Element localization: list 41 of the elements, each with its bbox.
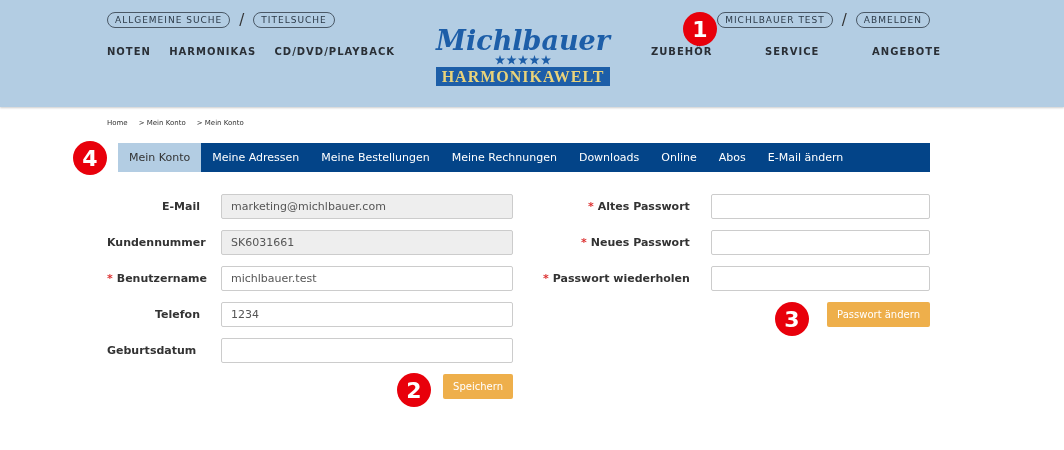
input-field[interactable]: 1234 bbox=[221, 302, 513, 327]
input-field[interactable] bbox=[221, 338, 513, 363]
tab[interactable]: Mein Konto bbox=[118, 143, 202, 172]
password-field[interactable] bbox=[710, 194, 930, 219]
callout-badge: 4 bbox=[73, 141, 107, 175]
nav-link[interactable]: NOTEN bbox=[107, 46, 151, 57]
logo-name: Michlbauer bbox=[436, 28, 610, 54]
required-mark: * bbox=[581, 236, 587, 249]
tab[interactable]: Online bbox=[650, 143, 708, 172]
password-field[interactable] bbox=[710, 266, 930, 291]
field-label: Altes Passwort bbox=[597, 200, 690, 213]
input-field[interactable]: michlbauer.test bbox=[221, 266, 513, 291]
tab[interactable]: Meine Bestellungen bbox=[310, 143, 441, 172]
field-label: Kundennummer bbox=[107, 236, 206, 249]
separator: / bbox=[239, 11, 245, 29]
tab[interactable]: Abos bbox=[707, 143, 757, 172]
field-label: Telefon bbox=[154, 308, 200, 321]
separator: / bbox=[841, 11, 847, 29]
nav-link[interactable]: CD/DVD/PLAYBACK bbox=[274, 46, 395, 57]
nav-link[interactable]: ZUBEHÖR bbox=[651, 46, 713, 57]
nav-link[interactable]: ANGEBOTE bbox=[872, 46, 941, 57]
required-mark: * bbox=[107, 272, 113, 285]
callout-badge: 3 bbox=[775, 302, 809, 336]
field-label: Geburtsdatum bbox=[107, 344, 198, 357]
required-mark: * bbox=[588, 200, 594, 213]
callout-badge: 2 bbox=[397, 373, 431, 407]
tab[interactable]: E-Mail ändern bbox=[756, 143, 855, 172]
password-field[interactable] bbox=[710, 230, 930, 255]
field-label: E-Mail bbox=[161, 200, 200, 213]
field-label: Passwort wiederholen bbox=[552, 272, 690, 285]
tab[interactable]: Downloads bbox=[567, 143, 651, 172]
required-mark: * bbox=[542, 272, 549, 285]
stars-icon bbox=[495, 55, 551, 65]
logo-tagline: HARMONIKAWELT bbox=[435, 67, 611, 86]
logo[interactable]: Michlbauer HARMONIKAWELT bbox=[427, 0, 619, 88]
nav-link[interactable]: SERVICE bbox=[765, 46, 820, 57]
tab[interactable]: Meine Adressen bbox=[201, 143, 311, 172]
tab[interactable]: Meine Rechnungen bbox=[440, 143, 568, 172]
field-label: Benutzername bbox=[116, 272, 207, 285]
field-label: Neues Passwort bbox=[590, 236, 690, 249]
nav-link[interactable]: HARMONIKAS bbox=[169, 46, 257, 57]
